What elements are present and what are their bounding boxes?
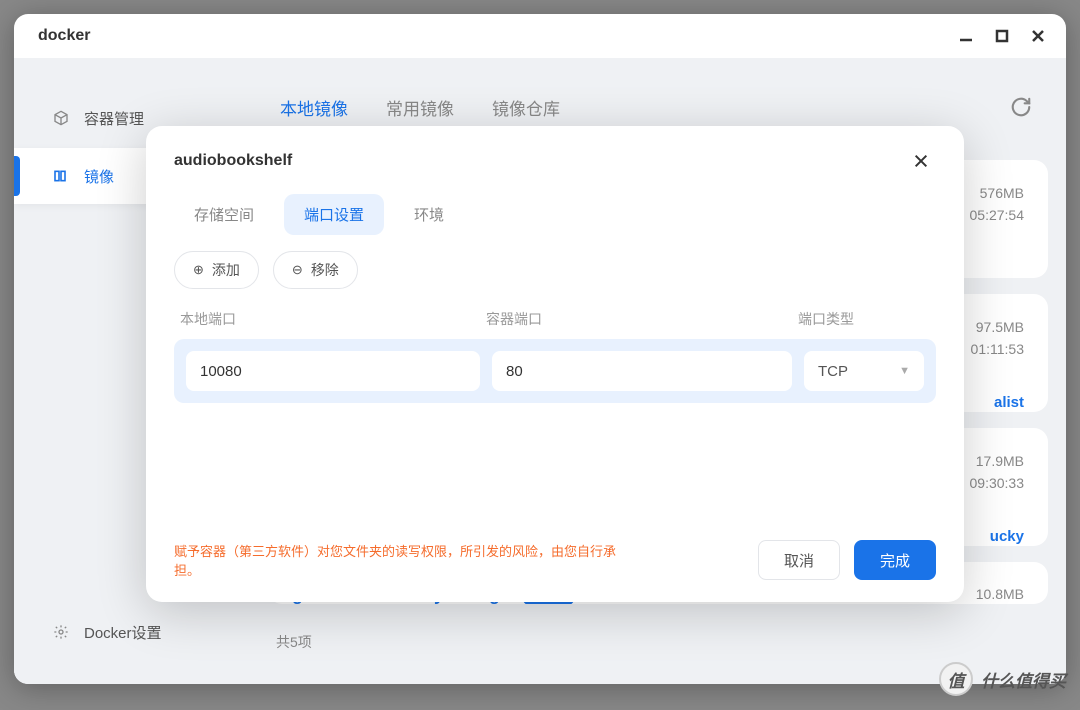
titlebar: docker (14, 14, 1066, 58)
container-port-input[interactable] (492, 351, 792, 391)
watermark: 值 什么值得买 (939, 662, 1066, 696)
image-meta: 10.8MB (976, 583, 1024, 604)
confirm-button[interactable]: 完成 (854, 540, 936, 580)
item-count: 共5项 (252, 620, 1048, 652)
image-size: 97.5MB (971, 316, 1024, 338)
image-extra: alist (971, 391, 1024, 415)
app-title: docker (38, 27, 90, 45)
col-port-type: 端口类型 (798, 309, 930, 329)
watermark-logo: 值 (939, 662, 973, 696)
image-extra: ucky (970, 525, 1025, 549)
tab-storage[interactable]: 存储空间 (174, 194, 274, 235)
window-controls (952, 22, 1052, 50)
minus-icon: ⊖ (292, 262, 303, 278)
remove-port-button[interactable]: ⊖ 移除 (273, 251, 358, 289)
image-time: 05:27:54 (970, 204, 1025, 226)
warning-text: 赋予容器（第三方软件）对您文件夹的读写权限，所引发的风险，由您自行承担。 (174, 541, 634, 579)
maximize-button[interactable] (988, 22, 1016, 50)
port-config-modal: audiobookshelf 存储空间 端口设置 环境 ⊕ 添加 ⊖ 移除 本地… (146, 126, 964, 602)
layers-icon (52, 167, 70, 185)
close-button[interactable] (1024, 22, 1052, 50)
sidebar-item-label: 容器管理 (84, 108, 144, 129)
tab-common-images[interactable]: 常用镜像 (386, 95, 454, 120)
app-window: docker 容器管理 镜像 (14, 14, 1066, 684)
image-size: 17.9MB (970, 450, 1025, 472)
modal-header: audiobookshelf (174, 146, 936, 176)
image-size: 576MB (970, 182, 1025, 204)
modal-buttons: 取消 完成 (758, 540, 936, 580)
port-columns: 本地端口 容器端口 端口类型 (174, 309, 936, 339)
modal-title: audiobookshelf (174, 152, 292, 170)
col-local-port: 本地端口 (180, 309, 474, 329)
port-row: TCP ▼ (174, 339, 936, 403)
watermark-text: 什么值得买 (981, 667, 1066, 692)
cancel-button[interactable]: 取消 (758, 540, 840, 580)
image-meta: 17.9MB 09:30:33 ucky (970, 450, 1025, 549)
sidebar-item-label: Docker设置 (84, 622, 162, 643)
col-container-port: 容器端口 (486, 309, 786, 329)
image-time: 01:11:53 (971, 338, 1024, 360)
tab-env[interactable]: 环境 (394, 194, 464, 235)
add-label: 添加 (212, 260, 240, 280)
sidebar-item-label: 镜像 (84, 166, 114, 187)
image-meta: 576MB 05:27:54 (970, 182, 1025, 227)
port-type-select[interactable]: TCP ▼ (804, 351, 924, 391)
sidebar-item-docker-settings[interactable]: Docker设置 (14, 604, 240, 660)
modal-footer: 赋予容器（第三方软件）对您文件夹的读写权限，所引发的风险，由您自行承担。 取消 … (174, 540, 936, 580)
modal-close-button[interactable] (906, 146, 936, 176)
refresh-button[interactable] (1002, 88, 1040, 126)
chevron-down-icon: ▼ (899, 365, 910, 377)
port-actions: ⊕ 添加 ⊖ 移除 (174, 251, 936, 289)
gear-icon (52, 623, 70, 641)
remove-label: 移除 (311, 260, 339, 280)
image-size: 10.8MB (976, 583, 1024, 604)
image-meta: 97.5MB 01:11:53 alist (971, 316, 1024, 415)
minimize-button[interactable] (952, 22, 980, 50)
cube-icon (52, 109, 70, 127)
tab-local-images[interactable]: 本地镜像 (280, 95, 348, 120)
tab-ports[interactable]: 端口设置 (284, 194, 384, 235)
port-type-value: TCP (818, 363, 848, 380)
local-port-input[interactable] (186, 351, 480, 391)
image-time: 09:30:33 (970, 472, 1025, 494)
tab-image-repo[interactable]: 镜像仓库 (492, 95, 560, 120)
plus-icon: ⊕ (193, 262, 204, 278)
add-port-button[interactable]: ⊕ 添加 (174, 251, 259, 289)
modal-tabs: 存储空间 端口设置 环境 (174, 194, 936, 235)
